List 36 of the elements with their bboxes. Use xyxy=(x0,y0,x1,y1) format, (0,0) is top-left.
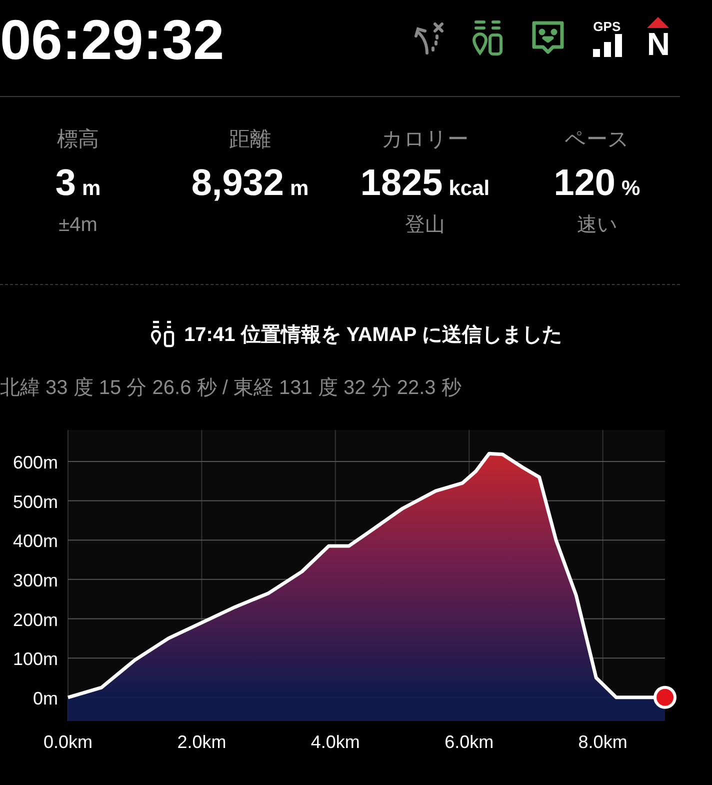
y-axis-label: 100m xyxy=(12,649,58,670)
y-axis-label: 0m xyxy=(32,688,58,708)
stat-value: 120 xyxy=(554,164,616,201)
coordinates-text: 北緯 33 度 15 分 26.6 秒 / 東経 131 度 32 分 22.3 秒 xyxy=(0,376,462,401)
stat-value: 1825 xyxy=(360,164,443,201)
y-axis-label: 400m xyxy=(12,531,58,552)
sync-message: 17:41 位置情報を YAMAP に送信しました xyxy=(184,323,562,348)
sync-icon[interactable] xyxy=(470,19,505,57)
x-axis-label: 2.0km xyxy=(177,732,226,752)
x-axis-label: 0.0km xyxy=(43,732,93,752)
stat-unit: m xyxy=(82,178,101,199)
stat-label: ペース xyxy=(564,129,630,150)
north-arrow-icon xyxy=(647,16,670,28)
y-axis-label: 600m xyxy=(12,452,58,472)
compass-north[interactable]: N xyxy=(646,28,670,60)
stat-label: 距離 xyxy=(229,129,271,150)
clock-time: 06:29:32 xyxy=(0,12,224,68)
stat-label: カロリー xyxy=(382,129,468,150)
stat-value: 8,932 xyxy=(191,164,284,201)
x-axis-label: 6.0km xyxy=(444,732,494,752)
stat-label: 標高 xyxy=(57,129,99,150)
y-axis-label: 200m xyxy=(12,610,58,630)
stat-subtext: 登山 xyxy=(405,215,445,235)
stat-unit: kcal xyxy=(448,178,490,199)
x-axis-label: 8.0km xyxy=(578,732,628,752)
x-axis-label: 4.0km xyxy=(310,732,360,752)
stat-unit: % xyxy=(622,178,640,199)
y-axis-label: 300m xyxy=(12,570,58,590)
current-position-marker xyxy=(654,686,676,709)
stat-subtext: 速い xyxy=(577,215,617,235)
stat-value: 3 xyxy=(55,164,76,201)
gps-label: GPS xyxy=(593,20,621,32)
y-axis-label: 500m xyxy=(12,492,58,512)
signal-bars-icon xyxy=(590,32,623,56)
stat-subtext: ±4m xyxy=(58,215,98,235)
stat-unit: m xyxy=(290,178,309,199)
